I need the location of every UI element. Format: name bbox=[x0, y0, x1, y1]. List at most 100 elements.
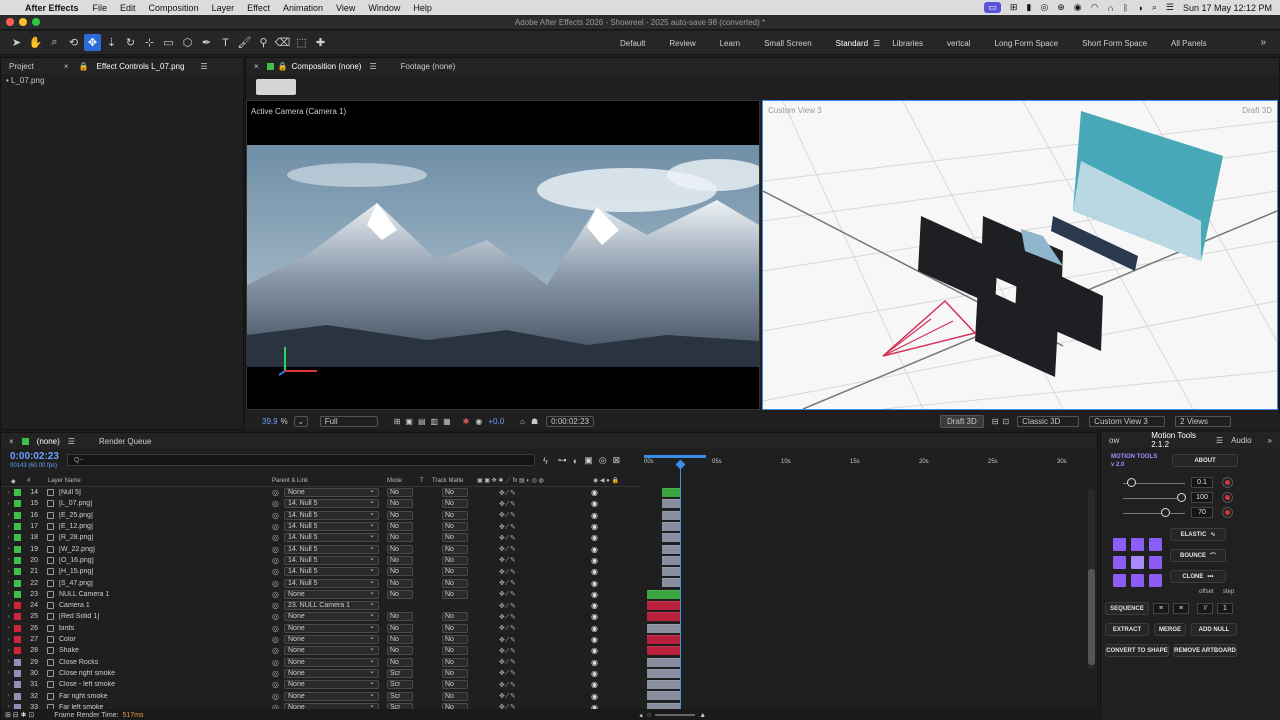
label-color-swatch[interactable] bbox=[14, 579, 21, 587]
expand-arrow-icon[interactable]: › bbox=[6, 580, 11, 586]
timeline-menu-icon[interactable]: ☰ bbox=[68, 437, 75, 446]
switch-icons[interactable]: ✥ ⁄ ✎ bbox=[499, 647, 516, 655]
layer-name[interactable]: [Null 5] bbox=[59, 489, 259, 496]
layer-name[interactable]: Far right smoke bbox=[59, 693, 259, 700]
label-color-swatch[interactable] bbox=[14, 647, 21, 655]
layer-duration-bar[interactable] bbox=[647, 623, 680, 633]
pick-whip-icon[interactable]: ◎ bbox=[272, 658, 279, 667]
layer-name[interactable]: [W_22.png] bbox=[59, 546, 259, 553]
pick-whip-icon[interactable]: ◎ bbox=[272, 556, 279, 565]
layer-name[interactable]: [S_47.png] bbox=[59, 580, 259, 587]
sequence-button[interactable]: SEQUENCE bbox=[1105, 602, 1149, 615]
anchor-right[interactable] bbox=[1149, 556, 1162, 569]
clock-text[interactable]: Sun 17 May 12:12 PM bbox=[1183, 3, 1272, 13]
visibility-eye-icon[interactable]: ◉ bbox=[591, 579, 598, 588]
table-row[interactable]: › 20 [O_16.png] ◎ 14. Null 5 No No ✥ ⁄ ✎ ◉ bbox=[1, 555, 641, 566]
visibility-eye-icon[interactable]: ◉ bbox=[591, 511, 598, 520]
track-matte-select[interactable]: No bbox=[442, 668, 468, 678]
mode-select[interactable]: No bbox=[387, 646, 413, 656]
track-matte-select[interactable]: No bbox=[442, 488, 468, 498]
rectangle-tool-icon[interactable]: ▭ bbox=[160, 34, 177, 51]
visibility-eye-icon[interactable]: ◉ bbox=[591, 556, 598, 565]
expand-arrow-icon[interactable]: › bbox=[6, 535, 11, 541]
label-color-swatch[interactable] bbox=[14, 681, 21, 689]
anchor-top-left[interactable] bbox=[1113, 538, 1126, 551]
parent-select[interactable]: None bbox=[284, 487, 379, 498]
table-row[interactable]: › 19 [W_22.png] ◎ 14. Null 5 No No ✥ ⁄ ✎ ◉ bbox=[1, 544, 641, 555]
track-matte-select[interactable]: No bbox=[442, 544, 468, 554]
keyframe-3-icon[interactable] bbox=[1222, 507, 1233, 518]
anchor-bottom-left[interactable] bbox=[1113, 574, 1126, 587]
mode-select[interactable]: No bbox=[387, 567, 413, 577]
label-color-swatch[interactable] bbox=[14, 624, 21, 632]
track-matte-select[interactable]: No bbox=[442, 578, 468, 588]
label-color-swatch[interactable] bbox=[14, 523, 21, 531]
switch-icons[interactable]: ✥ ⁄ ✎ bbox=[499, 545, 516, 553]
pick-whip-icon[interactable]: ◎ bbox=[272, 601, 279, 610]
fast-preview-icon[interactable]: ⊡ bbox=[1002, 417, 1009, 426]
search-icon[interactable]: ⌕ bbox=[1152, 2, 1157, 13]
visibility-eye-icon[interactable]: ◉ bbox=[591, 545, 598, 554]
layer-duration-bar[interactable] bbox=[662, 578, 680, 588]
tab-ow[interactable]: ow bbox=[1101, 432, 1127, 448]
roto-tool-icon[interactable]: ⬚ bbox=[293, 34, 310, 51]
wifi-icon[interactable]: ◠ bbox=[1091, 2, 1099, 13]
renderer-select[interactable]: Classic 3D bbox=[1017, 416, 1080, 427]
slider-2-track[interactable] bbox=[1123, 498, 1185, 499]
menu-view[interactable]: View bbox=[336, 3, 355, 13]
3d-axis-gizmo-icon[interactable] bbox=[277, 339, 327, 379]
mode-select[interactable]: No bbox=[387, 499, 413, 509]
sequence-step-input[interactable]: 1 bbox=[1217, 603, 1233, 614]
rotation-tool-icon[interactable]: ↻ bbox=[122, 34, 139, 51]
value-1-input[interactable]: 0.1 bbox=[1191, 477, 1213, 488]
close-comp-tab-icon[interactable]: × bbox=[246, 58, 267, 74]
visibility-eye-icon[interactable]: ◉ bbox=[591, 646, 598, 655]
pick-whip-icon[interactable]: ◎ bbox=[272, 511, 279, 520]
menu-app-name[interactable]: After Effects bbox=[25, 3, 79, 13]
battery-icon[interactable]: ▮ bbox=[1026, 2, 1031, 13]
menu-edit[interactable]: Edit bbox=[120, 3, 136, 13]
volume-icon[interactable]: ◑ bbox=[1137, 3, 1142, 13]
pick-whip-icon[interactable]: ◎ bbox=[272, 669, 279, 678]
table-row[interactable]: › 23 NULL Camera 1 ◎ None No No ✥ ⁄ ✎ ◉ bbox=[1, 589, 641, 600]
switch-icons[interactable]: ✥ ⁄ ✎ bbox=[499, 534, 516, 542]
transparency-icon[interactable]: ▤ bbox=[418, 417, 426, 426]
layer-duration-bar[interactable] bbox=[662, 533, 680, 543]
layer-name[interactable]: Shake bbox=[59, 647, 259, 654]
header-parent[interactable]: Parent & Link bbox=[272, 478, 308, 484]
slider-1-knob[interactable] bbox=[1127, 478, 1136, 487]
mode-select[interactable]: No bbox=[387, 635, 413, 645]
comp-marker-icon[interactable]: ⊶ bbox=[558, 455, 567, 466]
expand-arrow-icon[interactable]: › bbox=[6, 603, 11, 609]
label-color-swatch[interactable] bbox=[14, 500, 21, 508]
resolution-select[interactable]: Full bbox=[319, 416, 378, 427]
table-row[interactable]: › 14 [Null 5] ◎ None No No ✥ ⁄ ✎ ◉ bbox=[1, 487, 641, 498]
slider-2-knob[interactable] bbox=[1177, 493, 1186, 502]
table-row[interactable]: › 26 birds ◎ None No No ✥ ⁄ ✎ ◉ bbox=[1, 623, 641, 634]
track-matte-select[interactable]: No bbox=[442, 567, 468, 577]
menu-layer[interactable]: Layer bbox=[212, 3, 235, 13]
switch-icons[interactable]: ✥ ⁄ ✎ bbox=[499, 692, 516, 700]
expand-arrow-icon[interactable]: › bbox=[6, 625, 11, 631]
layer-duration-bar[interactable] bbox=[662, 544, 680, 554]
tab-timeline[interactable]: (none) bbox=[33, 433, 68, 449]
visibility-eye-icon[interactable]: ◉ bbox=[591, 533, 598, 542]
comp-navigator-button[interactable] bbox=[256, 79, 296, 95]
anchor-left[interactable] bbox=[1113, 556, 1126, 569]
control-center-icon[interactable]: ☰ bbox=[1166, 2, 1174, 13]
menu-effect[interactable]: Effect bbox=[247, 3, 270, 13]
visibility-eye-icon[interactable]: ◉ bbox=[591, 624, 598, 633]
zoom-value[interactable]: 39.9 bbox=[262, 417, 278, 426]
value-3-input[interactable]: 70 bbox=[1191, 507, 1213, 518]
pick-whip-icon[interactable]: ◎ bbox=[272, 499, 279, 508]
label-color-swatch[interactable] bbox=[14, 613, 21, 621]
parent-select[interactable]: 14. Null 5 bbox=[284, 544, 379, 554]
table-row[interactable]: › 30 Close right smoke ◎ None Scr No ✥ ⁄ ✎ ◉ bbox=[1, 668, 641, 679]
eraser-tool-icon[interactable]: ⌫ bbox=[274, 34, 291, 51]
timeline-timecode[interactable]: 0:00:02:23 bbox=[10, 451, 59, 462]
switch-icons[interactable]: ✥ ⁄ ✎ bbox=[499, 658, 516, 666]
workspace-vertcal[interactable]: vertcal bbox=[947, 39, 971, 48]
pick-whip-icon[interactable]: ◎ bbox=[272, 579, 279, 588]
screen-icon[interactable]: ▭ bbox=[984, 2, 1001, 13]
switch-icons[interactable]: ✥ ⁄ ✎ bbox=[499, 636, 516, 644]
